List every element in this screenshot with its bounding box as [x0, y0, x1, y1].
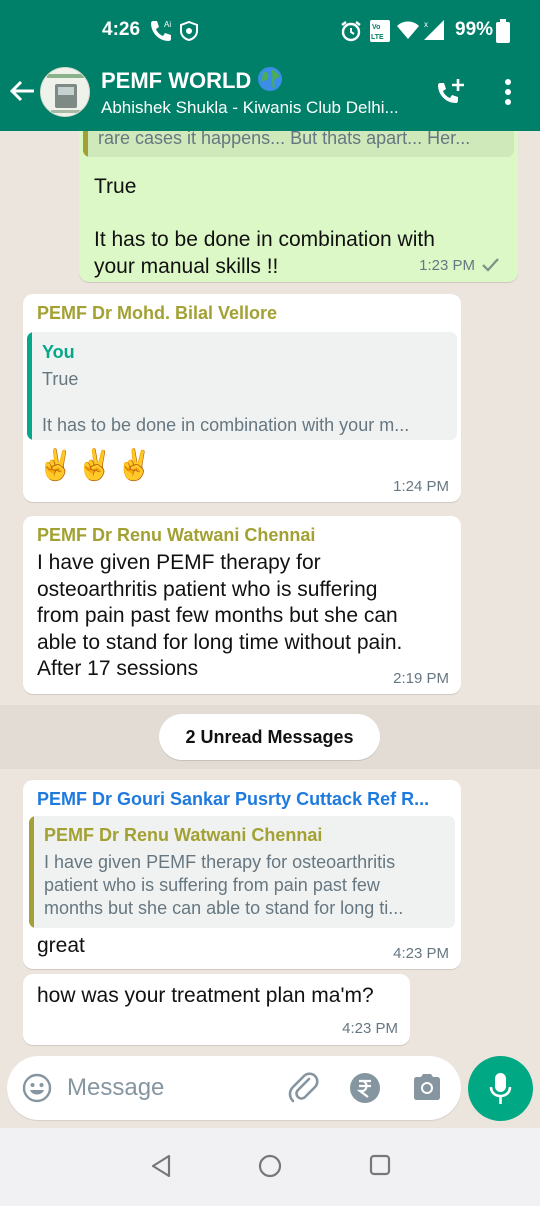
message-bubble-incoming[interactable]: PEMF Dr Mohd. Bilal Vellore You True It …	[23, 294, 461, 502]
nav-recents-icon[interactable]	[369, 1154, 391, 1176]
emoji-icon[interactable]	[22, 1073, 52, 1103]
nav-back-icon[interactable]	[150, 1154, 172, 1178]
back-arrow-icon[interactable]	[8, 76, 38, 106]
message-time: 1:23 PM	[419, 257, 475, 274]
svg-text:x: x	[424, 20, 428, 29]
status-time: 4:26	[102, 19, 141, 40]
system-navigation-bar	[0, 1128, 540, 1206]
battery-icon	[496, 19, 510, 43]
chat-title[interactable]: PEMF WORLD	[101, 66, 283, 94]
message-input[interactable]	[67, 1069, 277, 1107]
message-bubble-outgoing[interactable]: rare cases it happens... But thats apart…	[79, 131, 518, 282]
quoted-text: rare cases it happens... But thats apart…	[98, 131, 471, 148]
quoted-sender: PEMF Dr Renu Watwani Chennai	[44, 825, 323, 845]
message-time: 2:19 PM	[393, 670, 449, 687]
svg-text:Ai: Ai	[164, 20, 171, 29]
message-bubble-incoming[interactable]: PEMF Dr Gouri Sankar Pusrty Cuttack Ref …	[23, 780, 461, 969]
group-avatar[interactable]	[40, 67, 90, 117]
sender-name[interactable]: PEMF Dr Renu Watwani Chennai	[37, 525, 315, 546]
signal-icon: x	[424, 20, 444, 40]
chat-subtitle[interactable]: Abhishek Shukla - Kiwanis Club Delhi...	[101, 98, 417, 118]
message-bubble-incoming[interactable]: how was your treatment plan ma'm? 4:23 P…	[23, 974, 410, 1045]
more-vert-icon[interactable]	[498, 78, 518, 108]
attach-icon[interactable]	[287, 1071, 319, 1105]
quoted-text: It has to be done in combination with yo…	[42, 415, 410, 435]
sender-name[interactable]: PEMF Dr Mohd. Bilal Vellore	[37, 303, 277, 324]
sender-name[interactable]: PEMF Dr Gouri Sankar Pusrty Cuttack Ref …	[37, 789, 453, 810]
message-text: great	[37, 934, 85, 957]
quoted-text: months but she can able to stand for lon…	[44, 898, 404, 918]
quoted-message[interactable]: PEMF Dr Renu Watwani Chennai I have give…	[29, 816, 455, 928]
add-call-icon[interactable]	[434, 77, 466, 107]
voice-message-button[interactable]	[468, 1056, 533, 1121]
call-status-icon: Ai	[151, 20, 171, 41]
message-time: 4:23 PM	[393, 945, 449, 962]
svg-text:LTE: LTE	[371, 34, 384, 41]
quoted-message[interactable]: You True It has to be done in combinatio…	[27, 332, 457, 440]
globe-icon	[258, 67, 283, 91]
message-text: True It has to be done in combination wi…	[94, 175, 435, 278]
volte-icon: Vo LTE	[370, 20, 390, 42]
quoted-sender: You	[42, 342, 75, 362]
alarm-icon	[341, 21, 361, 42]
quote-bar	[27, 332, 32, 440]
quoted-message[interactable]: rare cases it happens... But thats apart…	[83, 131, 514, 157]
quoted-text: I have given PEMF therapy for osteoarthr…	[44, 852, 396, 872]
chat-header: PEMF WORLD Abhishek Shukla - Kiwanis Clu…	[0, 60, 540, 131]
message-list[interactable]: rare cases it happens... But thats apart…	[0, 131, 540, 1056]
quote-bar	[29, 816, 34, 928]
quoted-text: True	[42, 369, 79, 389]
quote-bar	[83, 131, 88, 157]
message-time: 1:24 PM	[393, 478, 449, 495]
unread-messages-label: 2 Unread Messages	[159, 714, 380, 760]
svg-text:Vo: Vo	[372, 24, 380, 31]
camera-icon[interactable]	[411, 1072, 443, 1102]
nav-home-icon[interactable]	[258, 1154, 282, 1178]
message-text: I have given PEMF therapy for osteoarthr…	[37, 551, 403, 680]
quoted-text: patient who is suffering from pain past …	[44, 875, 380, 895]
emoji-message: ✌️✌️✌️	[37, 449, 156, 482]
message-composer	[7, 1056, 461, 1120]
battery-percent: 99%	[455, 19, 494, 40]
message-text: how was your treatment plan ma'm?	[37, 984, 374, 1007]
message-time: 4:23 PM	[342, 1020, 398, 1037]
sent-tick-icon	[482, 258, 499, 272]
wifi-icon	[397, 21, 419, 39]
message-bubble-incoming[interactable]: PEMF Dr Renu Watwani Chennai I have give…	[23, 516, 461, 694]
shield-icon	[180, 21, 198, 41]
microphone-icon	[489, 1073, 512, 1104]
payment-rupee-icon[interactable]	[349, 1072, 381, 1104]
status-bar: 4:26 Ai Vo LTE x 99%	[0, 0, 540, 60]
